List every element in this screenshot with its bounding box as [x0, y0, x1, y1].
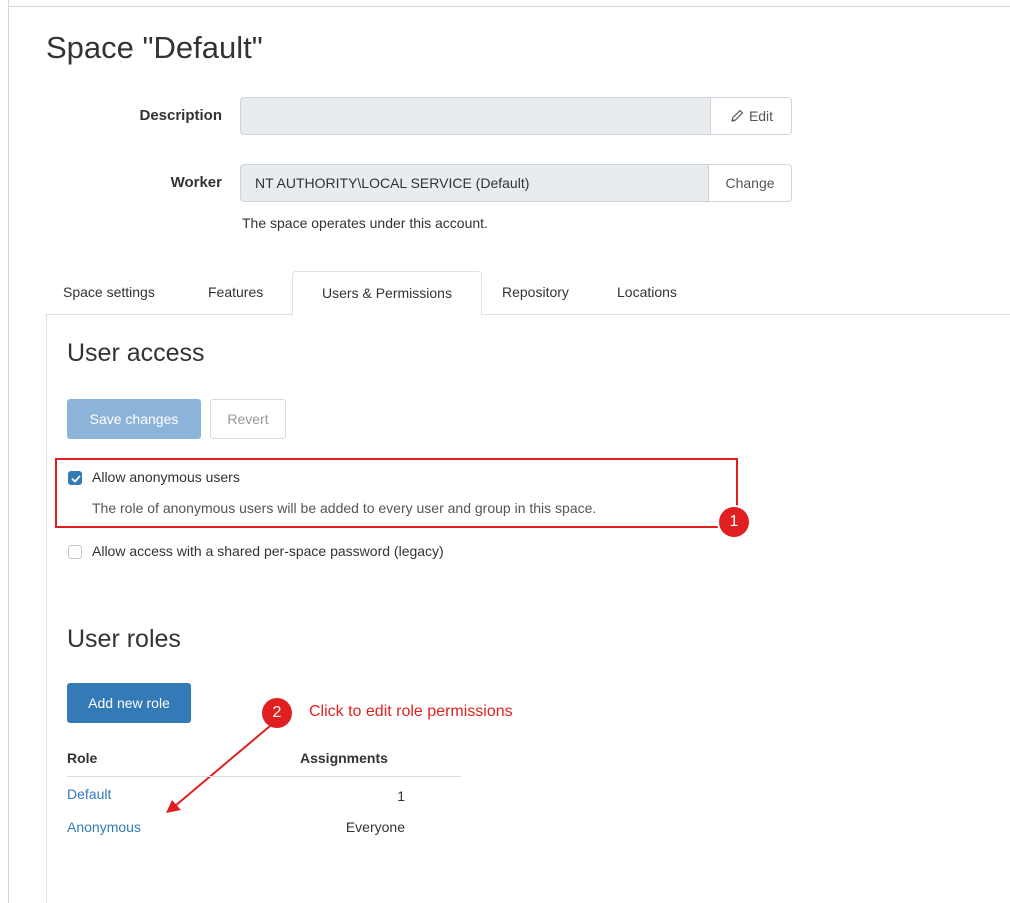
role-link-anonymous[interactable]: Anonymous [67, 819, 141, 835]
assignments-default: 1 [397, 788, 405, 804]
role-link-default[interactable]: Default [67, 786, 111, 802]
annotation-arrow-icon [166, 725, 271, 813]
column-header-assignments: Assignments [300, 750, 388, 766]
column-header-role: Role [67, 750, 98, 766]
table-header-divider [67, 776, 461, 777]
assignments-anonymous: Everyone [345, 819, 405, 835]
